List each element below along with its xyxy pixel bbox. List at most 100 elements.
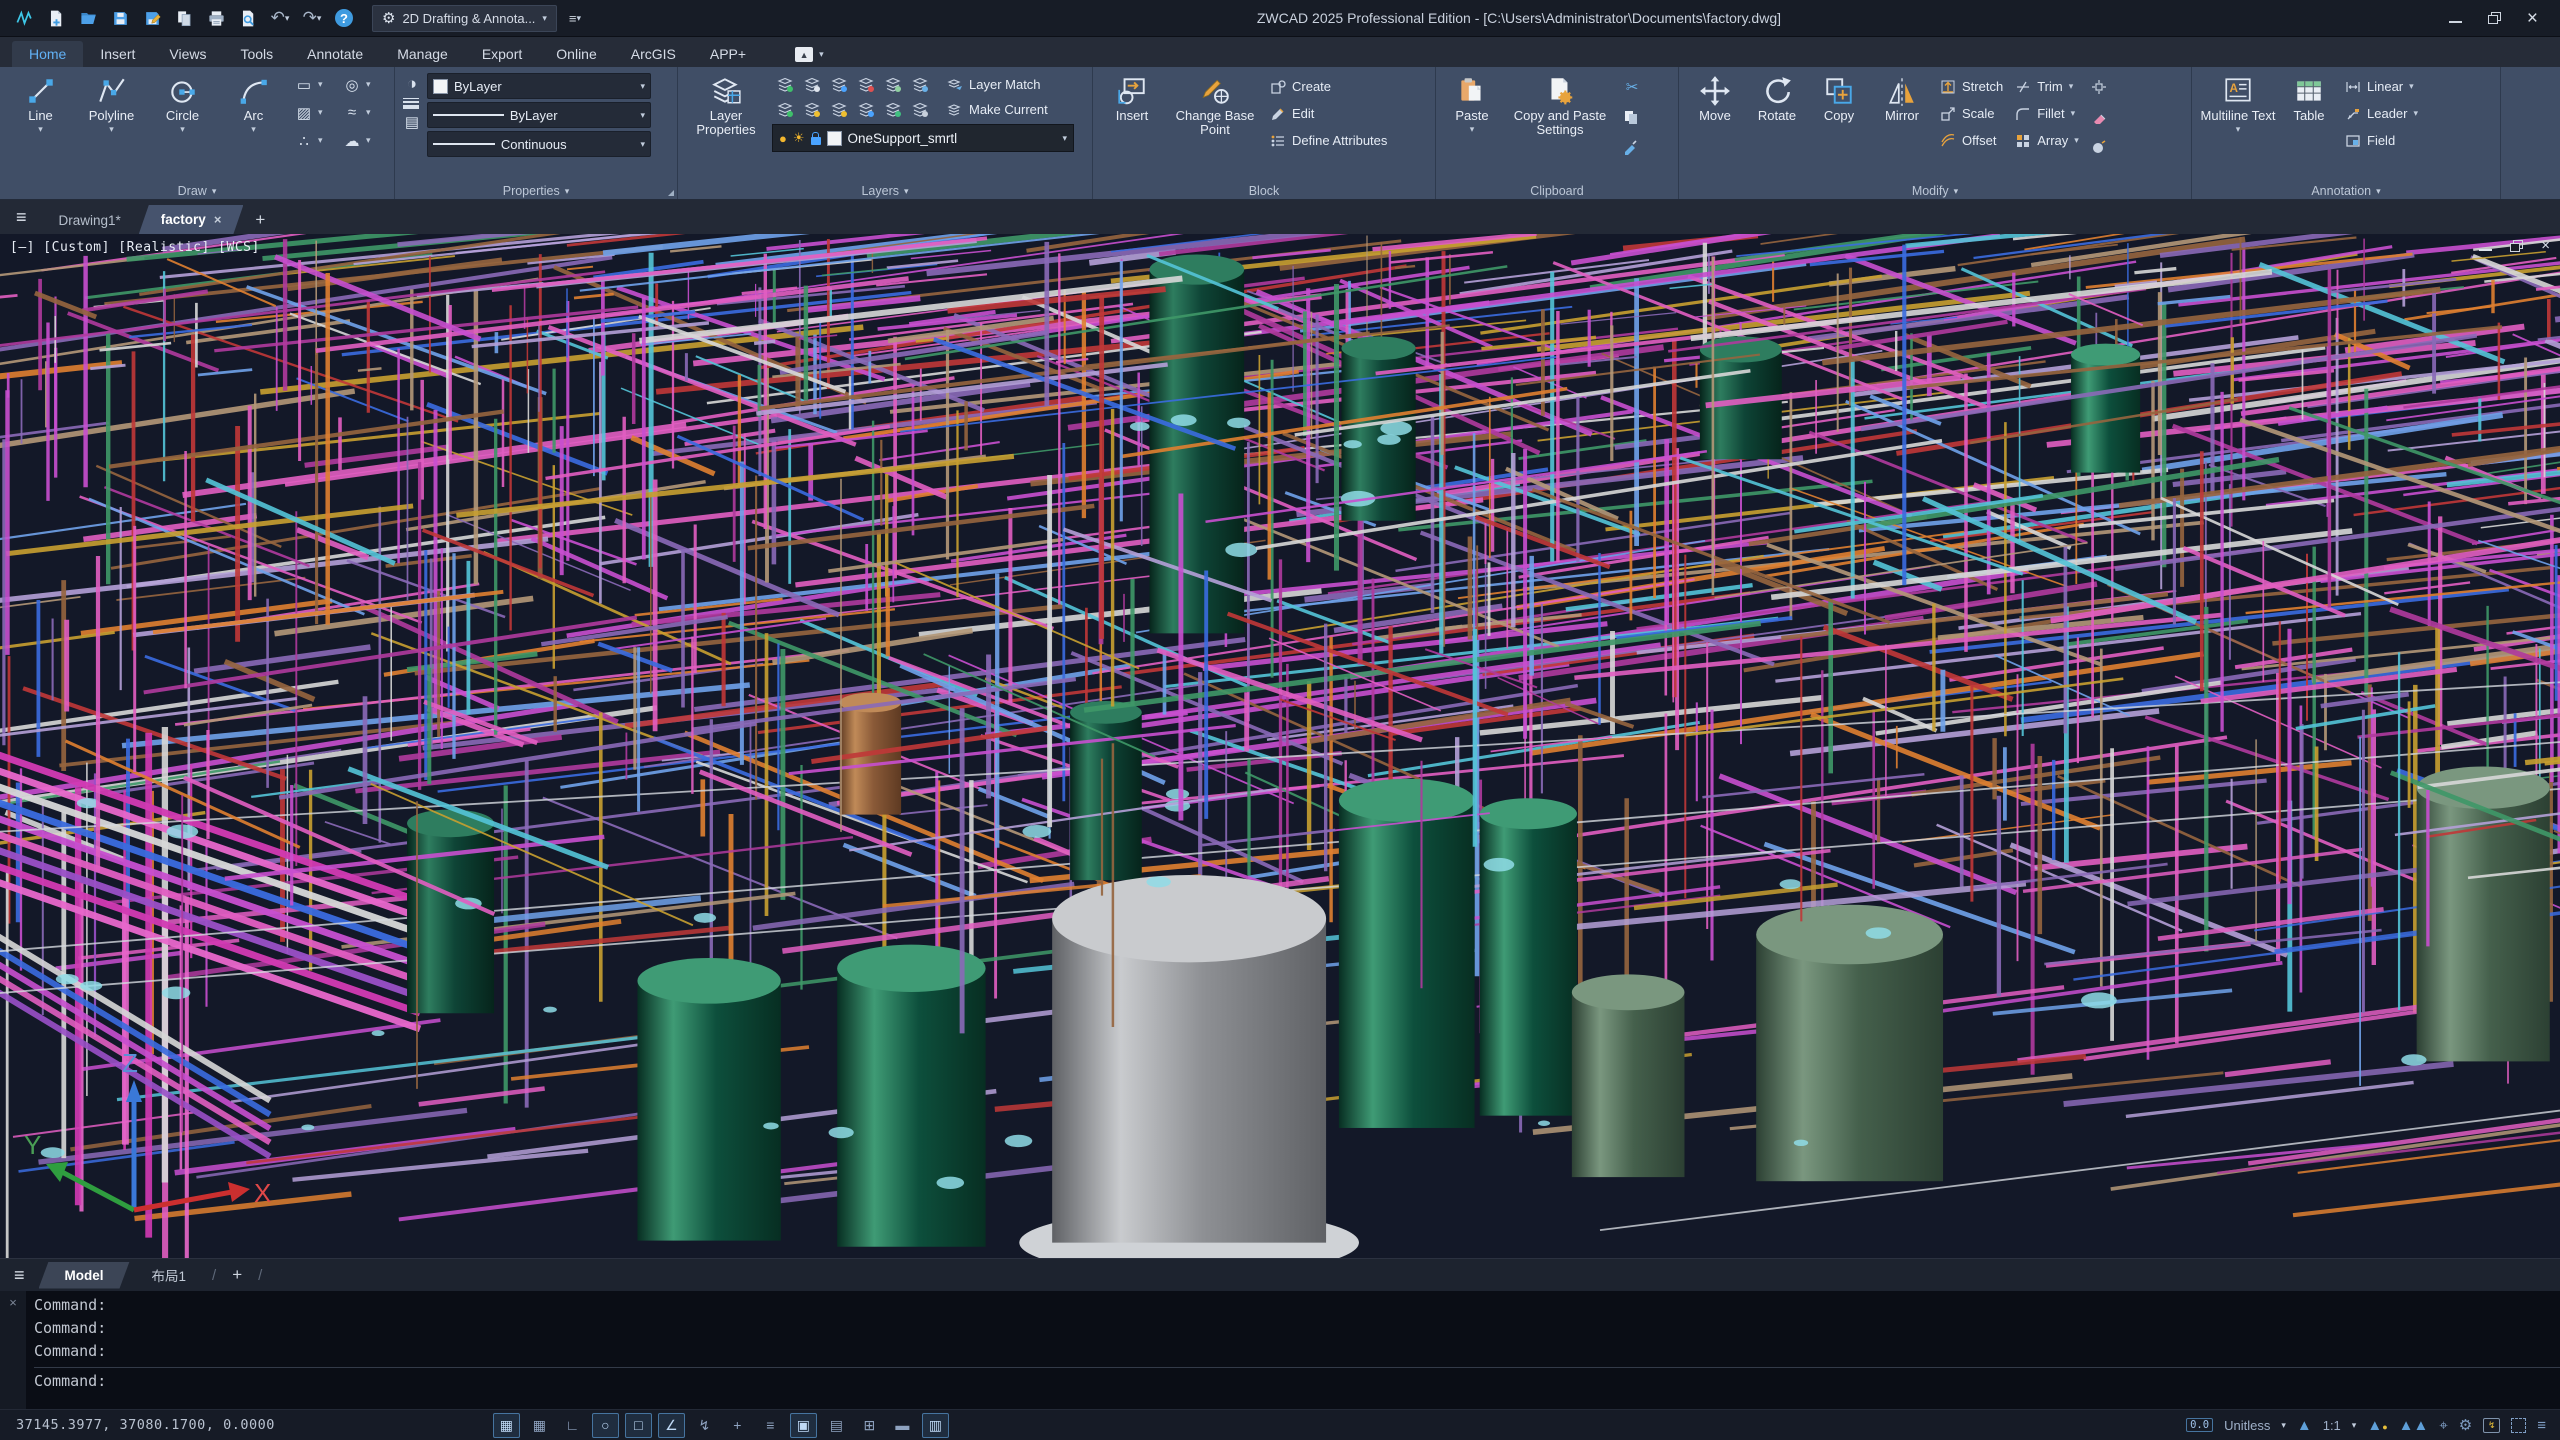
layer-freeze-icon[interactable]: ☀ [793, 130, 805, 146]
menu-tab-annotate[interactable]: Annotate [290, 41, 380, 67]
status-toggle-properties-panel[interactable]: ▤ [823, 1413, 850, 1438]
tab-close-icon[interactable]: × [214, 212, 222, 227]
move-button[interactable]: Move [1687, 72, 1743, 180]
explode-button[interactable] [2088, 74, 2110, 99]
copy-paste-settings-button[interactable]: Copy and Paste Settings [1506, 72, 1614, 180]
tab-factory[interactable]: factory × [139, 205, 244, 234]
open-file-button[interactable] [74, 5, 102, 31]
layer-restore-state-icon[interactable] [885, 101, 902, 118]
new-layout-button[interactable]: + [222, 1261, 252, 1289]
cut-button[interactable]: ✂ [1620, 74, 1644, 99]
block-panel-label[interactable]: Block [1093, 184, 1435, 198]
redo-button[interactable]: ↷▾ [298, 5, 326, 31]
multiline-text-button[interactable]: A Multiline Text▾ [2200, 72, 2276, 180]
paste-button[interactable]: Paste▾ [1444, 72, 1500, 180]
window-close-button[interactable]: × [2527, 9, 2538, 28]
status-toggle-selection-cycling[interactable]: ▣ [790, 1413, 817, 1438]
status-toggle-quick-copy[interactable]: ⊞ [856, 1413, 883, 1438]
command-close-icon[interactable]: × [9, 1295, 17, 1409]
stretch-button[interactable]: Stretch [1937, 74, 2006, 99]
status-toggle-transparency[interactable]: ≡ [757, 1413, 784, 1438]
array-button[interactable]: Array▾ [2012, 128, 2082, 153]
menu-tab-insert[interactable]: Insert [83, 41, 152, 67]
layer-lock-icon[interactable] [811, 137, 821, 145]
erase-button[interactable] [2088, 104, 2110, 129]
hatch-button[interactable]: ▨▾ [292, 100, 338, 125]
layer-turn-all-on-icon[interactable] [777, 101, 794, 118]
hardware-acceleration-icon[interactable]: ↯ [2483, 1418, 2500, 1433]
annotation-panel-label[interactable]: Annotation▾ [2192, 184, 2500, 198]
viewport-restore-button[interactable] [2510, 240, 2523, 252]
fullscreen-icon[interactable] [2511, 1418, 2526, 1433]
tab-model[interactable]: Model [39, 1262, 130, 1289]
viewport-minimize-button[interactable] [2479, 241, 2492, 251]
menu-tab-tools[interactable]: Tools [223, 41, 290, 67]
status-toggle-object-snap[interactable]: □ [625, 1413, 652, 1438]
menu-tab-export[interactable]: Export [465, 41, 539, 67]
copy-button[interactable]: Copy [1811, 72, 1867, 180]
menu-tab-home[interactable]: Home [12, 41, 83, 67]
qat-customize-button[interactable]: ≡▾ [561, 5, 589, 31]
color-palette-icon[interactable]: ◑ [403, 74, 421, 94]
layer-properties-button[interactable]: Layer Properties [686, 72, 766, 180]
command-input[interactable]: Command: [34, 1367, 2560, 1395]
layer-lock-icon[interactable] [858, 76, 875, 93]
fillet-button[interactable]: Fillet▾ [2012, 101, 2082, 126]
viewport-close-button[interactable]: × [2541, 238, 2550, 253]
layer-on-icon[interactable] [777, 76, 794, 93]
copy-document-button[interactable] [170, 5, 198, 31]
status-toggle-grid[interactable]: ▦ [493, 1413, 520, 1438]
rotate-button[interactable]: Rotate [1749, 72, 1805, 180]
mirror-button[interactable]: Mirror [1873, 72, 1931, 180]
menu-tab-arcgis[interactable]: ArcGIS [614, 41, 693, 67]
revision-cloud-button[interactable]: ☁▾ [340, 128, 386, 153]
viewport-controls[interactable]: [—] [Custom] [Realistic] [WCS] [10, 240, 260, 255]
status-toggle-dynamic-input[interactable]: ↯ [691, 1413, 718, 1438]
menu-tab-views[interactable]: Views [152, 41, 223, 67]
properties-panel-label[interactable]: Properties▾ [395, 184, 677, 198]
clean-button[interactable] [2088, 134, 2110, 159]
arc-button[interactable]: Arc▾ [221, 72, 286, 180]
tab-layout1[interactable]: 布局1 [132, 1259, 207, 1291]
status-toggle-lineweight-toggle[interactable]: + [724, 1413, 751, 1438]
leader-button[interactable]: Leader▾ [2342, 101, 2421, 126]
spline-button[interactable]: ≈▾ [340, 100, 386, 125]
menu-tab-appplus[interactable]: APP+ [693, 41, 763, 67]
layer-isolate-icon[interactable] [885, 76, 902, 93]
layout-tabs-menu-icon[interactable]: ≡ [14, 1265, 25, 1286]
polyline-button[interactable]: Polyline▾ [79, 72, 144, 180]
workspace-switcher[interactable]: ⚙ 2D Drafting & Annota... ▾ [372, 5, 557, 32]
layer-thaw-all-icon[interactable] [831, 101, 848, 118]
color-select[interactable]: ByLayer▾ [427, 73, 651, 99]
tab-drawing1[interactable]: Drawing1* [43, 207, 137, 234]
scale-button[interactable]: Scale [1937, 101, 2006, 126]
clipboard-panel-label[interactable]: Clipboard [1436, 184, 1678, 198]
unit-format-icon[interactable]: 0.0 [2186, 1418, 2213, 1432]
annotation-autoscale-icon[interactable]: ▲▲ [2399, 1417, 2429, 1434]
window-minimize-button[interactable] [2449, 13, 2462, 23]
draw-panel-label[interactable]: Draw▾ [0, 184, 394, 198]
command-window[interactable]: × Command: Command: Command: Command: [0, 1291, 2560, 1409]
layer-bulb-icon[interactable] [804, 101, 821, 118]
table-button[interactable]: Table [2282, 72, 2336, 180]
block-edit-button[interactable]: Edit [1267, 101, 1390, 126]
status-toggle-polar[interactable]: ○ [592, 1413, 619, 1438]
new-tab-button[interactable]: + [245, 206, 275, 234]
layer-color-swatch[interactable] [827, 131, 842, 146]
rectangle-button[interactable]: ▭▾ [292, 72, 338, 97]
status-toggle-object-track[interactable]: ∠ [658, 1413, 685, 1438]
copy-clip-button[interactable] [1620, 104, 1644, 129]
unit-label[interactable]: Unitless [2224, 1418, 2270, 1433]
drawing-viewport[interactable]: [—] [Custom] [Realistic] [WCS] × Z Y X [0, 234, 2560, 1258]
factory-3d-model[interactable] [0, 234, 2560, 1258]
window-restore-button[interactable] [2488, 12, 2501, 24]
new-file-button[interactable] [42, 5, 70, 31]
undo-button[interactable]: ↶▾ [266, 5, 294, 31]
block-create-button[interactable]: Create [1267, 74, 1390, 99]
change-base-point-button[interactable]: Change Base Point [1169, 72, 1261, 180]
annotation-scale-value[interactable]: 1:1 [2323, 1418, 2341, 1433]
ribbon-collapse-button[interactable]: ▲ [795, 47, 813, 62]
menu-tab-online[interactable]: Online [539, 41, 613, 67]
layer-freeze-icon[interactable] [831, 76, 848, 93]
offset-button[interactable]: Offset [1937, 128, 2006, 153]
